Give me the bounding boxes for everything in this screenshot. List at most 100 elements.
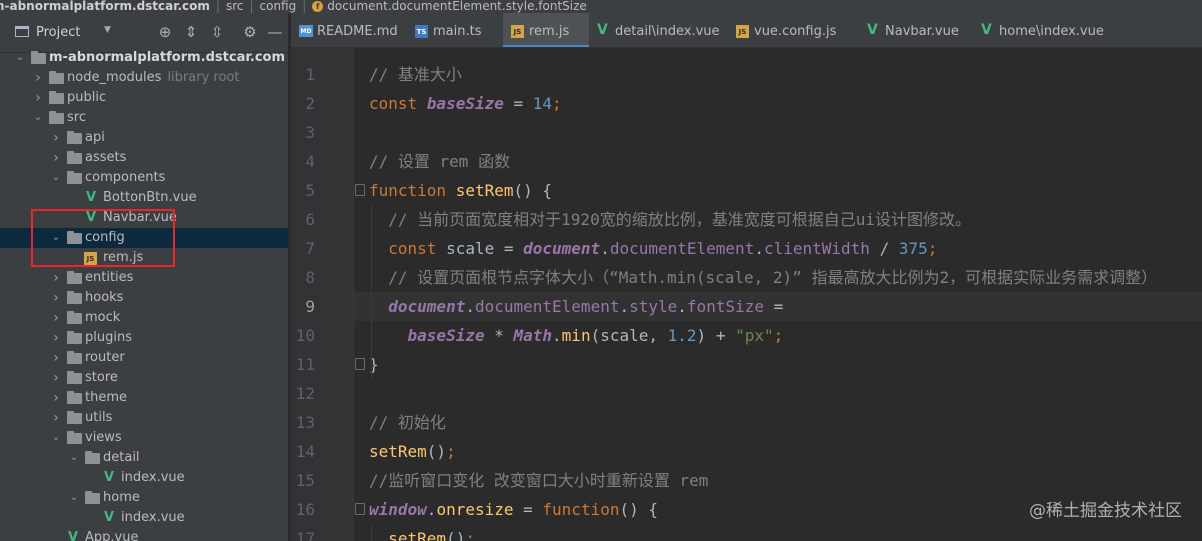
vue-file-icon: V: [67, 530, 79, 541]
code-token: =: [513, 500, 543, 519]
code-line[interactable]: setRem();: [354, 524, 1202, 541]
tree-folder-views[interactable]: ⌄ views: [0, 428, 288, 448]
function-icon: f: [312, 1, 324, 12]
chevron-right-icon[interactable]: ›: [50, 388, 62, 408]
tree-folder-public[interactable]: › public: [0, 88, 288, 108]
editor-tab[interactable]: Vhome\index.vue: [973, 13, 1104, 47]
code-line[interactable]: document.documentElement.style.fontSize …: [354, 292, 1202, 321]
code-line[interactable]: //监听窗口变化 改变窗口大小时重新设置 rem: [354, 466, 1202, 495]
tree-folder-assets[interactable]: › assets: [0, 148, 288, 168]
code-line[interactable]: const baseSize = 14;: [354, 89, 1202, 118]
chevron-down-icon[interactable]: ⌄: [50, 168, 62, 188]
chevron-right-icon[interactable]: ›: [50, 268, 62, 288]
tree-file[interactable]: Vindex.vue: [0, 468, 288, 488]
line-number: 11: [295, 355, 315, 374]
line-number: 13: [295, 413, 315, 432]
tree-folder-plugins[interactable]: › plugins: [0, 328, 288, 348]
code-token: ;: [773, 326, 784, 345]
line-number: 7: [305, 239, 315, 258]
project-view-icon: [15, 26, 29, 37]
chevron-right-icon[interactable]: ›: [50, 288, 62, 308]
tree-file[interactable]: V App.vue: [0, 528, 288, 541]
tree-item-hint: library root: [167, 70, 240, 85]
tree-folder-utils[interactable]: › utils: [0, 408, 288, 428]
chevron-right-icon[interactable]: ›: [50, 128, 62, 148]
code-line[interactable]: // 初始化: [354, 408, 1202, 437]
editor-tab[interactable]: JS vue.config.js: [728, 13, 859, 47]
chevron-right-icon[interactable]: ›: [50, 368, 62, 388]
chevron-right-icon[interactable]: ›: [32, 68, 44, 88]
project-tree: ⌄ m-abnormalplatform.dstcar.comE:\m-a › nod…: [0, 48, 288, 541]
code-area[interactable]: // 基准大小 const baseSize = 14; // 设置 rem 函数 f…: [354, 48, 1202, 541]
breadcrumb-src[interactable]: src: [226, 0, 244, 12]
tree-folder-node-modules[interactable]: › node_modules library root: [0, 68, 288, 88]
code-line[interactable]: // 当前页面宽度相对于1920宽的缩放比例，基准宽度可根据自己ui设计图修改。: [354, 205, 1202, 234]
chevron-down-icon[interactable]: ⌄: [68, 448, 80, 468]
tree-item-label: index.vue: [121, 510, 185, 525]
folder-icon: [85, 451, 100, 464]
editor-tab[interactable]: MD README.md: [291, 13, 407, 47]
code-line[interactable]: [354, 379, 1202, 408]
tree-folder-store[interactable]: › store: [0, 368, 288, 388]
tree-item-label: BottonBtn.vue: [103, 190, 197, 205]
tree-folder-entities[interactable]: › entities: [0, 268, 288, 288]
tree-folder-detail[interactable]: ⌄ detail: [0, 448, 288, 468]
tree-folder-m-abnormalplatform-dstcar-com[interactable]: ⌄ m-abnormalplatform.dstcar.comE:\m-a: [0, 48, 288, 68]
code-token: "px": [735, 326, 774, 345]
collapse-all-icon[interactable]: ⇳: [208, 23, 226, 41]
chevron-right-icon[interactable]: ›: [50, 408, 62, 428]
chevron-right-icon[interactable]: ›: [32, 88, 44, 108]
breadcrumb-project[interactable]: m-abnormalplatform.dstcar.com: [0, 0, 210, 12]
tree-folder-home[interactable]: ⌄ home: [0, 488, 288, 508]
tree-folder-router[interactable]: › router: [0, 348, 288, 368]
gear-icon[interactable]: ⚙: [241, 23, 259, 41]
line-number-gutter: 1 2 3 4 5 6 7 8 9 10 11 12 13 14 15 16 17: [291, 48, 365, 541]
tree-folder-mock[interactable]: › mock: [0, 308, 288, 328]
breadcrumb-config[interactable]: config: [260, 0, 297, 12]
tree-file[interactable]: V BottonBtn.vue: [0, 188, 288, 208]
indent-guide: [371, 524, 372, 541]
chevron-right-icon[interactable]: ›: [50, 308, 62, 328]
code-token: const: [369, 239, 447, 258]
code-token: document: [388, 297, 466, 316]
tree-folder-hooks[interactable]: › hooks: [0, 288, 288, 308]
code-line[interactable]: function setRem() {: [354, 176, 1202, 205]
editor-tab[interactable]: Vdetail\index.vue: [589, 13, 728, 47]
chevron-right-icon[interactable]: ›: [50, 148, 62, 168]
folder-icon: [67, 311, 82, 324]
editor-tab[interactable]: JS rem.js: [503, 13, 589, 47]
code-line[interactable]: const scale = document.documentElement.c…: [354, 234, 1202, 263]
code-line[interactable]: // 设置页面根节点字体大小（“Math.min(scale, 2)” 指最高放…: [354, 263, 1202, 292]
ts-file-icon: TS: [415, 25, 428, 38]
code-line[interactable]: }: [354, 350, 1202, 379]
tree-folder-theme[interactable]: › theme: [0, 388, 288, 408]
code-line[interactable]: baseSize * Math.min(scale, 1.2) + "px";: [354, 321, 1202, 350]
tree-folder-api[interactable]: › api: [0, 128, 288, 148]
tree-file[interactable]: Vindex.vue: [0, 508, 288, 528]
code-line[interactable]: setRem();: [354, 437, 1202, 466]
expand-all-icon[interactable]: ⇕: [182, 23, 200, 41]
line-number: 10: [295, 326, 315, 345]
chevron-right-icon[interactable]: ›: [50, 328, 62, 348]
folder-icon: [67, 371, 82, 384]
chevron-down-icon[interactable]: ⌄: [14, 48, 26, 68]
code-token: ;: [927, 239, 938, 258]
chevron-down-icon[interactable]: ▼: [104, 25, 111, 35]
chevron-right-icon[interactable]: ›: [50, 348, 62, 368]
tree-folder-src[interactable]: ⌄ src: [0, 108, 288, 128]
editor-tab[interactable]: TS main.ts: [407, 13, 503, 47]
project-panel-title[interactable]: Project: [36, 25, 80, 40]
code-line[interactable]: // 基准大小: [354, 60, 1202, 89]
js-file-icon: JS: [736, 25, 749, 38]
breadcrumb-symbol[interactable]: document.documentElement.style.fontSize: [327, 0, 587, 12]
crosshair-icon[interactable]: ⊕: [156, 23, 174, 41]
minimize-icon[interactable]: —: [266, 23, 284, 41]
tree-folder-components[interactable]: ⌄ components: [0, 168, 288, 188]
tree-item-label: public: [67, 90, 107, 105]
code-line[interactable]: [354, 118, 1202, 147]
editor-tab[interactable]: V Navbar.vue: [859, 13, 973, 47]
chevron-down-icon[interactable]: ⌄: [32, 108, 44, 128]
code-line[interactable]: // 设置 rem 函数: [354, 147, 1202, 176]
chevron-down-icon[interactable]: ⌄: [50, 428, 62, 448]
chevron-down-icon[interactable]: ⌄: [68, 488, 80, 508]
